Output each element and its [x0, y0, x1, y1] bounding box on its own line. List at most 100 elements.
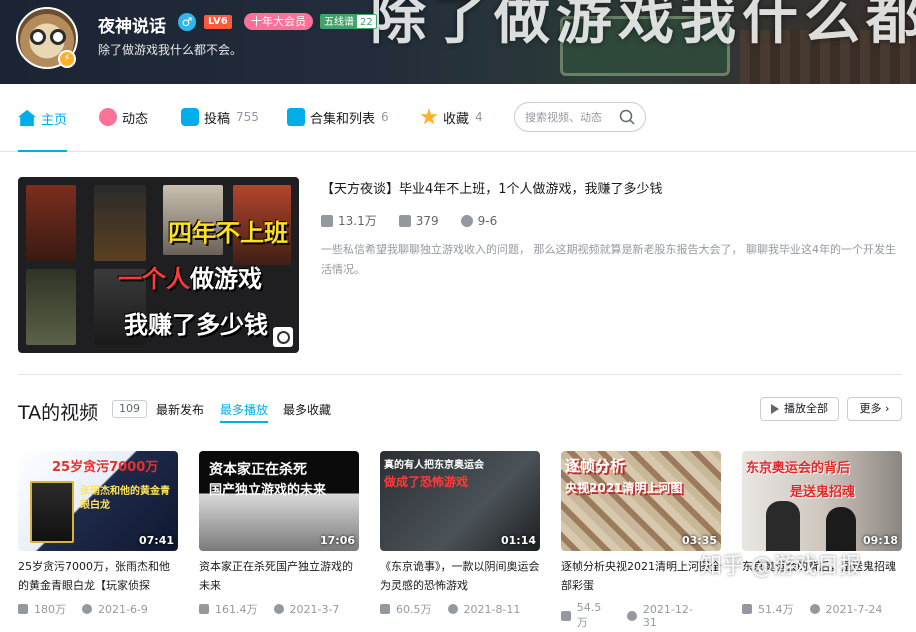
- video-duration: 09:18: [862, 534, 898, 547]
- video-count-badge: 109: [112, 400, 147, 418]
- search-input[interactable]: [525, 109, 621, 125]
- profile-nav: 主页 动态 投稿 755 合集和列表 6 收藏 4: [0, 84, 916, 152]
- thumb-book-cover: [94, 185, 146, 261]
- video-title[interactable]: 逐帧分析央视2021清明上河图全部彩蛋: [561, 557, 721, 595]
- video-thumbnail[interactable]: 真的有人把东京奥运会 做成了恐怖游戏 01:14: [380, 451, 540, 551]
- fan-medal-level: 22: [357, 15, 376, 28]
- play-icon: [771, 404, 779, 414]
- video-views: 51.4万: [758, 603, 794, 616]
- video-card[interactable]: 逐帧分析 央视2021清明上河图 03:35 逐帧分析央视2021清明上河图全部…: [561, 451, 721, 632]
- fan-medal-name: 五线谱: [321, 15, 357, 28]
- video-card[interactable]: 资本家正在杀死 国产独立游戏的未来 17:06 资本家正在杀死国产独立游戏的未来…: [199, 451, 359, 632]
- tab-label: 动态: [122, 111, 149, 127]
- play-count-icon: [380, 604, 390, 614]
- tab-count: 4: [475, 110, 483, 124]
- views-stat: 13.1万: [321, 212, 377, 229]
- thumb-subtext: 做成了恐怖游戏: [384, 475, 469, 489]
- play-all-button[interactable]: 播放全部: [760, 397, 839, 421]
- tab-uploads[interactable]: 投稿 755: [181, 84, 259, 150]
- video-views: 54.5万: [576, 601, 602, 629]
- tab-label: 主页: [41, 112, 68, 128]
- tab-favorites[interactable]: 收藏 4: [420, 84, 483, 150]
- profile-banner: 除了做游戏我什么都不会 ⚡ 夜神说话 ♂ LV6 十年大会员 五线谱 22 除了…: [0, 0, 916, 84]
- star-icon: [420, 108, 438, 125]
- section-divider: [18, 374, 902, 375]
- tab-dynamic[interactable]: 动态: [99, 84, 148, 150]
- section-title: TA的视频: [18, 402, 99, 424]
- clock-icon: [809, 604, 820, 614]
- thumb-book-cover: [26, 185, 76, 261]
- search-icon[interactable]: [619, 109, 635, 125]
- clock-icon: [273, 604, 284, 614]
- thumb-text: 25岁贪污7000万: [52, 460, 159, 475]
- video-duration: 03:35: [681, 534, 717, 547]
- play-all-label: 播放全部: [784, 402, 828, 415]
- video-title[interactable]: 25岁贪污7000万，张雨杰和他的黄金青眼白龙【玩家侦探: [18, 557, 178, 595]
- clock-icon: [627, 610, 637, 621]
- comment-icon: [398, 214, 411, 227]
- watch-later-icon[interactable]: [273, 327, 293, 347]
- play-count-icon: [742, 604, 752, 614]
- avatar-eye: [50, 29, 66, 45]
- featured-video-title[interactable]: 【天方夜谈】毕业4年不上班，1个人做游戏，我赚了多少钱: [321, 178, 663, 197]
- video-thumbnail[interactable]: 25岁贪污7000万 张雨杰和他的黄金青眼白龙 07:41: [18, 451, 178, 551]
- video-thumbnail[interactable]: 逐帧分析 央视2021清明上河图 03:35: [561, 451, 721, 551]
- thumb-subtext: 央视2021清明上河图: [565, 481, 683, 495]
- video-meta: 161.4万 2021-3-7: [199, 601, 355, 617]
- avatar-eye: [30, 29, 46, 45]
- lightning-icon: ⚡: [58, 50, 76, 68]
- thumb-subtext: 国产独立游戏的未来: [209, 483, 327, 498]
- video-title[interactable]: 资本家正在杀死国产独立游戏的未来: [199, 557, 359, 595]
- clock-icon: [82, 604, 92, 614]
- date-stat: 9-6: [460, 212, 498, 229]
- tab-label: 收藏: [443, 111, 470, 127]
- video-title[interactable]: 《东京诡事》，一款以阴间奥运会为灵感的恐怖游戏: [380, 557, 540, 595]
- sort-tab-latest[interactable]: 最新发布: [156, 401, 204, 418]
- comments-value: 379: [415, 213, 439, 228]
- thumb-book-cover: [26, 269, 76, 345]
- video-card[interactable]: 25岁贪污7000万 张雨杰和他的黄金青眼白龙 07:41 25岁贪污7000万…: [18, 451, 178, 632]
- more-label: 更多: [859, 402, 882, 415]
- sort-tab-most-played[interactable]: 最多播放: [220, 401, 269, 423]
- play-count-icon: [561, 610, 571, 621]
- thumb-card-image: [30, 481, 74, 543]
- thumb-headline: 四年不上班: [168, 219, 288, 247]
- clock-icon: [447, 604, 458, 614]
- video-card[interactable]: 真的有人把东京奥运会 做成了恐怖游戏 01:14 《东京诡事》，一款以阴间奥运会…: [380, 451, 540, 632]
- featured-video-description: 一些私信希望我聊聊独立游戏收入的问题， 那么这期视频就算是新老股东报告大会了， …: [321, 243, 896, 276]
- video-duration: 07:41: [138, 534, 174, 547]
- fan-medal[interactable]: 五线谱 22: [320, 14, 377, 29]
- play-count-icon: [321, 214, 333, 227]
- thumb-text: 逐帧分析: [565, 457, 626, 475]
- tab-label: 合集和列表: [310, 111, 376, 127]
- vip-badge[interactable]: 十年大会员: [244, 13, 313, 30]
- more-button[interactable]: 更多 ›: [847, 397, 902, 421]
- thumb-text: 东京奥运会的背后: [746, 461, 851, 476]
- search-box: [514, 102, 646, 132]
- video-thumbnail[interactable]: 资本家正在杀死 国产独立游戏的未来 17:06: [199, 451, 359, 551]
- video-meta: 54.5万 2021-12-31: [561, 601, 721, 630]
- thumb-person: [766, 501, 800, 551]
- video-card[interactable]: 东京奥运会的背后 是送鬼招魂 09:18 东京奥运会的背后，是送鬼招魂 51.4…: [742, 451, 902, 632]
- user-signature: 除了做游戏我什么都不会。: [98, 43, 243, 57]
- thumb-subtext: 张雨杰和他的黄金青眼白龙: [80, 486, 170, 511]
- video-meta: 180万 2021-6-9: [18, 601, 164, 617]
- video-date: 2021-3-7: [289, 602, 340, 616]
- video-date: 2021-8-11: [463, 602, 521, 616]
- featured-video-thumbnail[interactable]: 四年不上班 一个人做游戏 我赚了多少钱: [18, 177, 299, 353]
- date-value: 9-6: [477, 213, 498, 228]
- tab-home[interactable]: 主页: [18, 84, 68, 152]
- sort-tab-most-favorited[interactable]: 最多收藏: [283, 401, 331, 418]
- thumb-headline-rest: 做游戏: [190, 265, 262, 293]
- tab-collections[interactable]: 合集和列表 6: [287, 84, 389, 150]
- video-date: 2021-12-31: [642, 602, 693, 629]
- video-views: 180万: [34, 603, 66, 616]
- level-badge: LV6: [204, 15, 232, 29]
- views-value: 13.1万: [338, 214, 377, 228]
- play-count-icon: [199, 604, 209, 614]
- tab-count: 6: [381, 110, 389, 124]
- video-thumbnail[interactable]: 东京奥运会的背后 是送鬼招魂 09:18: [742, 451, 902, 551]
- video-views: 60.5万: [396, 603, 432, 616]
- upload-icon: [181, 108, 199, 126]
- video-date: 2021-6-9: [98, 602, 148, 616]
